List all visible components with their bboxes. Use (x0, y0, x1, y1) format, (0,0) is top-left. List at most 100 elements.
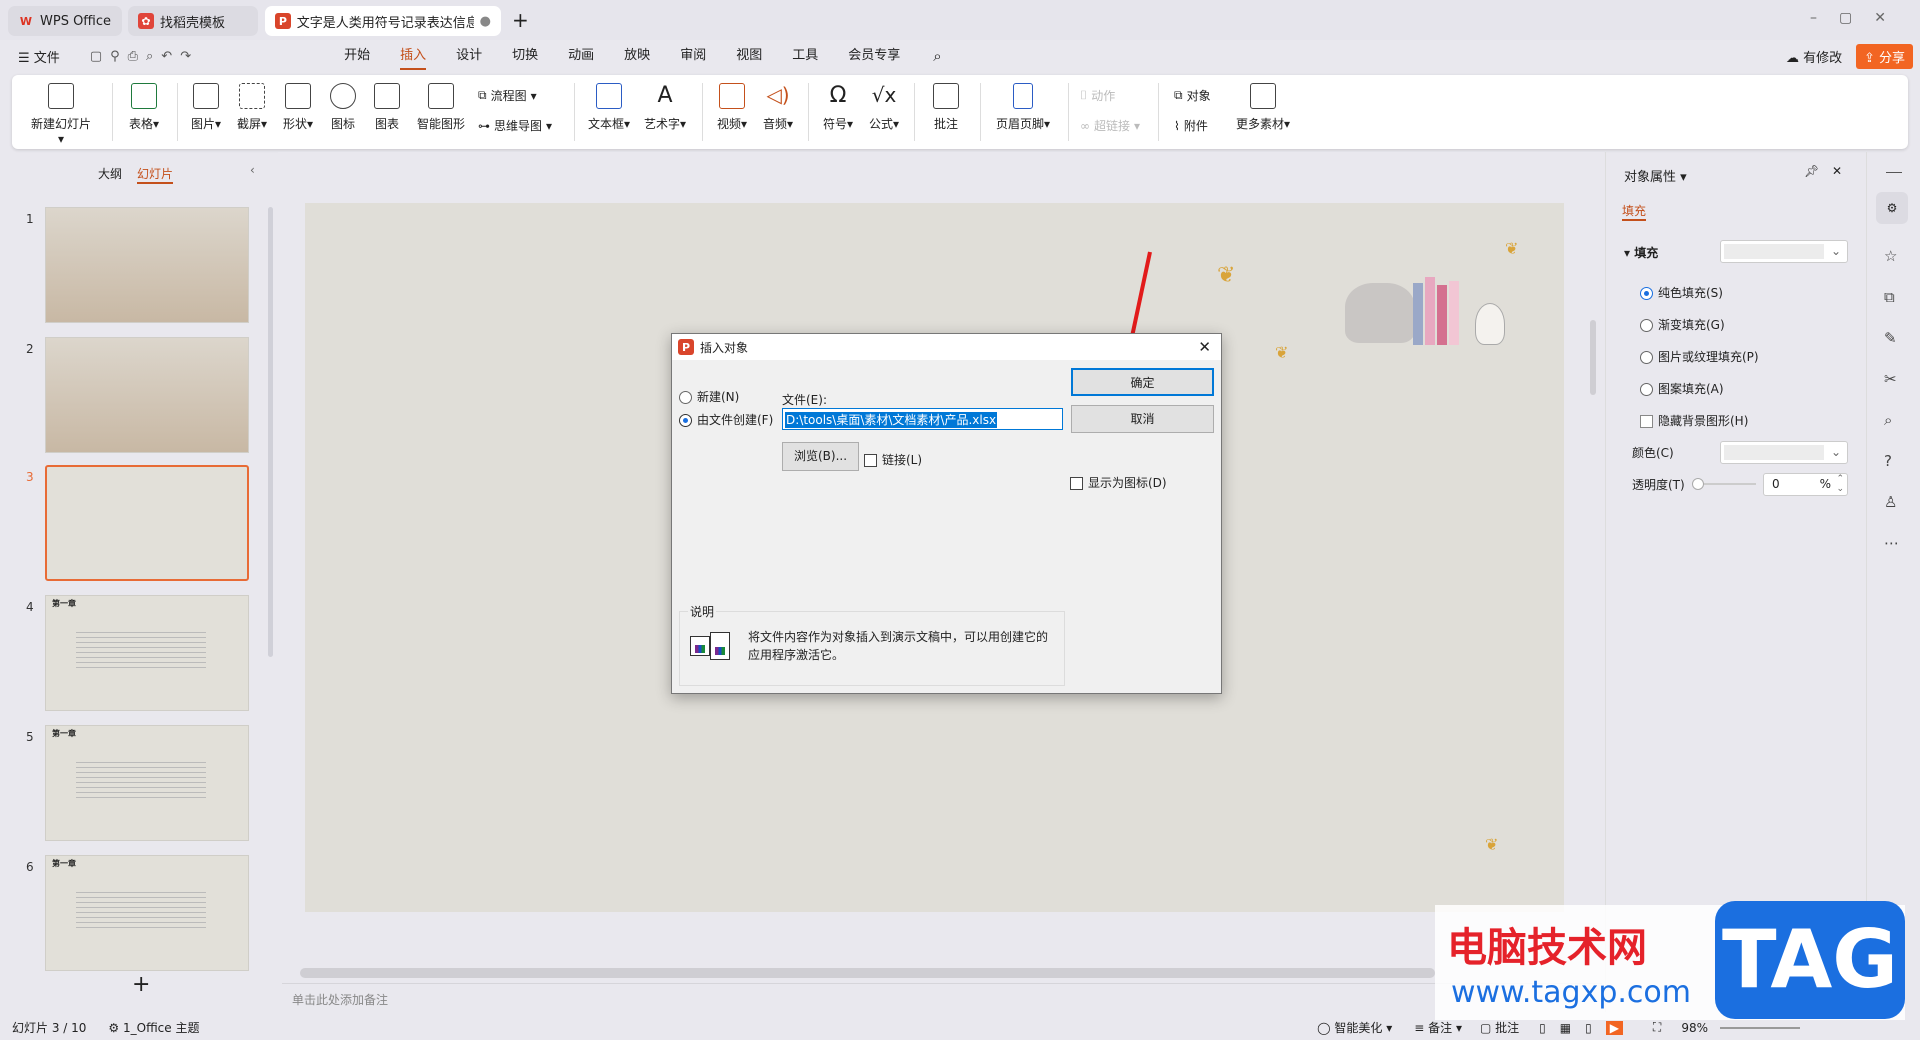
browse-button[interactable]: 浏览(B)... (782, 442, 859, 471)
menu-slideshow[interactable]: 放映 (609, 42, 665, 70)
transparency-label: 透明度(T) (1632, 478, 1685, 492)
transparency-slider[interactable] (1692, 478, 1756, 490)
slide-thumbnail[interactable] (45, 465, 249, 581)
symbol-button[interactable]: Ω 符号▾ (818, 83, 858, 132)
chart-button[interactable]: 图表 (370, 83, 404, 132)
theme-label: 1_Office 主题 (122, 1021, 200, 1035)
elephant-books-illustration (1335, 263, 1535, 353)
menu-review[interactable]: 审阅 (665, 42, 721, 70)
panel-title-dropdown[interactable]: 对象属性 ▾ (1624, 166, 1687, 185)
tab-fill[interactable]: 填充 (1622, 202, 1647, 221)
file-path-input[interactable]: D:\tools\桌面\素材\文档素材\产品.xlsx (782, 408, 1063, 430)
window-controls[interactable]: –▢✕ (1810, 10, 1908, 26)
slide-thumbnail[interactable]: 第一章 (45, 595, 249, 711)
minimize-panel-icon[interactable] (1886, 172, 1902, 173)
theme-button[interactable]: ⚙ 1_Office 主题 (108, 1019, 199, 1036)
share-button[interactable]: ⇪ 分享 (1856, 44, 1914, 69)
action-button[interactable]: ⌷ 动作 (1080, 87, 1115, 104)
smartart-button[interactable]: 智能图形 (414, 83, 468, 132)
play-button[interactable]: ▶ (1605, 1020, 1623, 1035)
menu-transition[interactable]: 切换 (497, 42, 553, 70)
picture-button[interactable]: 图片▾ (186, 83, 226, 132)
formula-button[interactable]: √x 公式▾ (864, 83, 904, 132)
fill-dropdown[interactable]: ⌄ (1720, 240, 1848, 263)
wordart-button[interactable]: A 艺术字▾ (640, 83, 690, 132)
tab-docer-templates[interactable]: ✿ 找稻壳模板 (128, 6, 258, 36)
fit-icon[interactable]: ⛶ (1653, 1020, 1661, 1035)
screenshot-button[interactable]: 截屏▾ (232, 83, 272, 132)
slide-thumbnail[interactable]: 第一章 (45, 725, 249, 841)
insert-object-dialog: P 插入对象 ✕ 新建(N) 由文件创建(F) 文件(E): D:\tools\桌… (671, 333, 1222, 694)
tab-slides[interactable]: 幻灯片 (137, 165, 174, 184)
tab-document[interactable]: P 文字是人类用符号记录表达信息以 ● (265, 6, 501, 36)
properties-icon[interactable]: ⚙ (1876, 192, 1908, 224)
add-slide-button[interactable]: + (132, 972, 150, 997)
vertical-scrollbar[interactable] (1590, 320, 1596, 395)
hyperlink-button[interactable]: ∞ 超链接 ▾ (1080, 117, 1140, 134)
radio-new[interactable]: 新建(N) (679, 388, 739, 405)
close-icon[interactable]: ✕ (1198, 338, 1211, 356)
zoom-slider[interactable] (1720, 1026, 1800, 1029)
search-icon[interactable]: ⌕ (915, 47, 941, 65)
header-footer-button[interactable]: 页眉页脚▾ (990, 83, 1056, 132)
ok-button[interactable]: 确定 (1071, 368, 1214, 396)
color-dropdown[interactable]: ⌄ (1720, 441, 1848, 464)
object-button[interactable]: ⧉ 对象 (1174, 87, 1211, 104)
slide-thumbnail[interactable] (45, 207, 249, 323)
notes-input[interactable]: 单击此处添加备注 (292, 991, 388, 1008)
quick-access-toolbar[interactable]: ▢⚲⎙⌕↶↷ (70, 49, 329, 64)
new-tab-icon[interactable]: + (512, 8, 529, 32)
slide-thumbnail[interactable]: 第一章 (45, 855, 249, 971)
fill-section-toggle[interactable]: ▾ 填充 (1624, 244, 1658, 261)
tool-icons[interactable]: ☆ ⧉ ✎ ✂ ⌕? ♙ ⋯ (1884, 236, 1899, 564)
menu-animation[interactable]: 动画 (553, 42, 609, 70)
tab-outline[interactable]: 大纲 (98, 165, 122, 182)
mindmap-button[interactable]: ⊶ 思维导图 ▾ (478, 117, 552, 134)
close-icon[interactable]: ✕ (1832, 164, 1842, 178)
more-materials-button[interactable]: 更多素材▾ (1230, 83, 1296, 132)
video-button[interactable]: 视频▾ (712, 83, 752, 132)
attachment-button[interactable]: ⌇ 附件 (1174, 117, 1208, 134)
slide-thumbnail[interactable] (45, 337, 249, 453)
textbox-button[interactable]: 文本框▾ (584, 83, 634, 132)
menu-start[interactable]: 开始 (329, 42, 385, 70)
menu-tools[interactable]: 工具 (777, 42, 833, 70)
comment-button[interactable]: ▢ 批注 (1480, 1019, 1519, 1036)
notes-button[interactable]: ≡ 备注 ▾ (1414, 1019, 1462, 1036)
menu-insert[interactable]: 插入 (385, 42, 441, 70)
picture-fill-radio[interactable]: 图片或纹理填充(P) (1640, 348, 1759, 365)
icon-button[interactable]: 图标 (326, 83, 360, 132)
shape-button[interactable]: 形状▾ (278, 83, 318, 132)
hide-background-checkbox[interactable]: 隐藏背景图形(H) (1640, 412, 1748, 429)
panel-scrollbar[interactable] (268, 207, 273, 657)
transparency-input[interactable]: 0% ⌃ ⌄ (1763, 473, 1848, 496)
collapse-panel-icon[interactable]: ‹ (250, 163, 255, 177)
view-buttons[interactable]: ▯▦▯ (1539, 1021, 1606, 1035)
modified-indicator[interactable]: ☁ 有修改 (1786, 47, 1842, 66)
gradient-fill-radio[interactable]: 渐变填充(G) (1640, 316, 1725, 333)
solid-fill-radio[interactable]: 纯色填充(S) (1640, 284, 1723, 301)
zoom-level[interactable]: 98% (1681, 1021, 1708, 1035)
tab-wps-office[interactable]: W WPS Office (8, 6, 122, 36)
horizontal-scrollbar[interactable] (300, 968, 1435, 978)
flowchart-button[interactable]: ⧉ 流程图 ▾ (478, 87, 537, 104)
pattern-fill-radio[interactable]: 图案填充(A) (1640, 380, 1724, 397)
audio-button[interactable]: ◁) 音频▾ (758, 83, 798, 132)
stepper-icon[interactable]: ⌃ ⌄ (1836, 474, 1844, 494)
label: 表格 (128, 117, 153, 131)
pin-icon[interactable]: 📌︎ (1804, 164, 1819, 178)
new-slide-button[interactable]: 新建幻灯片▾ (28, 83, 94, 146)
table-button[interactable]: 表格▾ (122, 83, 166, 132)
menu-member[interactable]: 会员专享 (833, 42, 915, 70)
link-checkbox[interactable]: 链接(L) (864, 451, 922, 468)
menu-view[interactable]: 视图 (721, 42, 777, 70)
smart-beautify-button[interactable]: ◯ 智能美化 ▾ (1317, 1019, 1392, 1036)
cancel-button[interactable]: 取消 (1071, 405, 1214, 433)
radio-from-file[interactable]: 由文件创建(F) (679, 411, 773, 428)
file-menu[interactable]: ☰ 文件 (0, 47, 70, 66)
file-label: 文件 (33, 50, 60, 66)
menu-design[interactable]: 设计 (441, 42, 497, 70)
display-as-icon-checkbox[interactable]: 显示为图标(D) (1070, 474, 1167, 491)
comment-button[interactable]: 批注 (928, 83, 964, 132)
label: 流程图 (490, 89, 527, 103)
